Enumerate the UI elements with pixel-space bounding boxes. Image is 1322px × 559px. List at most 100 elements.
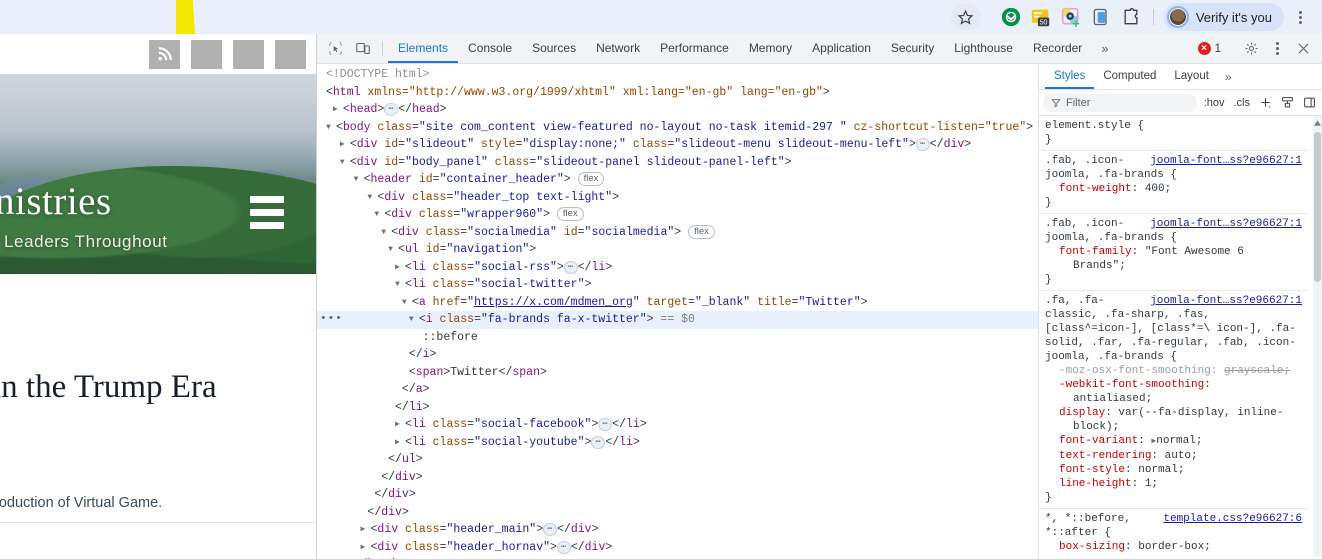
rss-icon[interactable] [149,39,180,69]
tab-recorder[interactable]: Recorder [1023,34,1092,63]
flex-badge[interactable]: flex [688,224,715,239]
dom-line-slideout[interactable]: ▶ <div id="slideout" style="display:none;… [317,136,1038,154]
styles-scroll-thumb[interactable] [1314,132,1321,282]
rule-source-link[interactable]: joomla-font…ss?e96627:1 [1150,154,1302,168]
dom-line-li-youtube[interactable]: ▶ <li class="social-youtube"> ⋯ </li> [317,434,1038,452]
scroll-up-arrow-icon[interactable] [1313,117,1322,128]
collapsed-content-icon[interactable]: ⋯ [384,103,399,116]
puzzle-extensions-icon[interactable] [1117,3,1145,31]
dom-line-header[interactable]: ▼ <header id="container_header"> flex [317,171,1038,189]
dom-line-ul-navigation[interactable]: ▼ <ul id="navigation"> [317,241,1038,259]
dom-line-close-div-wrapper[interactable]: </div> [317,486,1038,504]
twitter-link-url[interactable]: https://x.com/mdmen_org [474,296,633,309]
cls-toggle[interactable]: .cls [1232,97,1253,109]
css-rule-fab-font-family[interactable]: joomla-font…ss?e96627:1 .fab, .icon- joo… [1039,214,1308,291]
collapsed-content-icon[interactable]: ⋯ [563,260,578,274]
css-value[interactable]: auto; [1165,450,1198,462]
css-property[interactable]: font-style [1045,464,1125,476]
tab-network[interactable]: Network [586,34,650,63]
css-value[interactable]: 400; [1145,183,1171,195]
css-property-disabled[interactable]: -moz-osx-font-smoothing [1045,365,1211,377]
color-picker-extension-icon[interactable] [1057,3,1085,31]
css-property[interactable]: text-rendering [1045,450,1151,462]
tab-computed[interactable]: Computed [1094,64,1165,89]
tab-security[interactable]: Security [881,34,944,63]
dom-line-selected-i-element[interactable]: ••• ▼ <i class="fa-brands fa-x-twitter"> … [317,311,1038,329]
collapsed-content-icon[interactable]: ⋯ [915,138,930,151]
dom-line-close-div-headertop[interactable]: </div> [317,504,1038,522]
dom-line-close-ul[interactable]: </ul> [317,451,1038,469]
tab-lighthouse[interactable]: Lighthouse [944,34,1023,63]
css-value[interactable]: border-box; [1138,541,1211,553]
collapsed-content-icon[interactable]: ⋯ [556,540,571,554]
css-value-disabled[interactable]: grayscale; [1224,365,1290,377]
browser-menu-kebab-icon[interactable] [1286,3,1314,31]
social-box-3[interactable] [233,39,264,69]
css-value[interactable]: 1; [1145,478,1158,490]
profile-verify-button[interactable]: Verify it's you [1163,3,1284,31]
dom-row-menu-icon[interactable]: ••• [320,311,343,329]
css-value[interactable]: normal; [1138,464,1184,476]
dom-line-body-panel[interactable]: ▼ <div id="body_panel" class="slideout-pa… [317,154,1038,172]
css-rule-fa-base[interactable]: joomla-font…ss?e96627:1 .fa, .fa- classi… [1039,291,1308,509]
gear-icon[interactable] [1238,36,1264,62]
css-value[interactable]: var(--fa-display, inline- [1118,407,1283,419]
dom-line-doctype[interactable]: <!DOCTYPE html> [317,66,1038,84]
collapsed-content-icon[interactable]: ⋯ [591,435,606,449]
css-property[interactable]: font-variant [1045,435,1138,447]
collapsed-content-icon[interactable]: ⋯ [598,418,613,431]
css-property[interactable]: box-sizing [1045,541,1125,553]
css-property[interactable]: line-height [1045,478,1132,490]
devtools-kebab-icon[interactable] [1264,36,1290,62]
dom-line-li-facebook[interactable]: ▶ <li class="social-facebook"> ⋯ </li> [317,416,1038,434]
flex-badge[interactable]: flex [577,172,605,186]
rule-source-link[interactable]: joomla-font…ss?e96627:1 [1150,217,1302,231]
dom-line-header-top[interactable]: ▼ <div class="header_top text-light"> [317,189,1038,207]
dom-tree[interactable]: <!DOCTYPE html> <html xmlns="http://www.… [317,64,1039,559]
rule-source-link[interactable]: joomla-font…ss?e96627:1 [1150,294,1302,308]
social-box-2[interactable] [191,39,222,69]
dom-line-head[interactable]: ▶ <head> ⋯ </head> [317,101,1038,119]
active-tab-marker[interactable] [176,0,195,35]
bookmark-star-icon[interactable] [950,4,981,30]
dom-line-wrapper960[interactable]: ▼ <div class="wrapper960"> flex [317,206,1038,224]
close-icon[interactable] [1290,36,1316,62]
more-tabs-icon[interactable]: » [1092,34,1117,63]
dom-line-header-main[interactable]: ▶ <div class="header_main"> ⋯ </div> [317,521,1038,539]
dom-line-anchor-twitter[interactable]: ▼ <a href="https://x.com/mdmen_org" targe… [317,294,1038,312]
hov-toggle[interactable]: :hov [1202,97,1227,109]
css-property[interactable]: display [1045,407,1105,419]
css-value[interactable]: antialiased; [1045,392,1308,406]
dom-line-close-li[interactable]: </li> [317,399,1038,417]
tab-sources[interactable]: Sources [522,34,586,63]
dom-line-close-div-socialmedia[interactable]: </div> [317,469,1038,487]
css-property[interactable]: -webkit-font-smoothing [1045,379,1204,391]
social-box-4[interactable] [275,39,306,69]
css-value[interactable]: normal; [1156,435,1202,447]
css-property[interactable]: font-weight [1045,183,1132,195]
clipboard-extension-icon[interactable] [1087,3,1115,31]
filter-input[interactable]: Filter [1043,93,1197,112]
css-rules-list[interactable]: element.style { } joomla-font…ss?e96627:… [1039,116,1322,557]
css-property[interactable]: font-family [1045,246,1132,258]
device-toolbar-icon[interactable] [349,34,377,63]
add-new-rule-icon[interactable] [1257,96,1274,109]
tab-layout[interactable]: Layout [1165,64,1218,89]
dom-line-close-a[interactable]: </a> [317,381,1038,399]
dom-line-li-twitter[interactable]: ▼ <li class="social-twitter"> [317,276,1038,294]
error-badge[interactable]: × 1 [1197,42,1221,55]
dom-line-close-i[interactable]: </i> [317,346,1038,364]
dom-line-span-twitter[interactable]: <span>Twitter</span> [317,364,1038,382]
flex-badge[interactable]: flex [556,207,584,221]
tab-application[interactable]: Application [802,34,881,63]
rule-source-link[interactable]: template.css?e96627:6 [1163,512,1302,526]
dom-line-pseudo-before[interactable]: ::before [317,329,1038,347]
extension-badge-50-icon[interactable]: 50 [1027,3,1055,31]
dom-line-li-rss[interactable]: ▶ <li class="social-rss"> ⋯ </li> [317,259,1038,277]
inspect-element-icon[interactable] [321,34,349,63]
css-rule-universal-box-sizing[interactable]: template.css?e96627:6 *, *::before, *::a… [1039,509,1308,557]
more-styles-tabs-icon[interactable]: » [1218,64,1239,89]
css-rule-element-style[interactable]: element.style { } [1039,116,1308,151]
tab-memory[interactable]: Memory [739,34,802,63]
toggle-sidebar-icon[interactable] [1301,96,1318,109]
